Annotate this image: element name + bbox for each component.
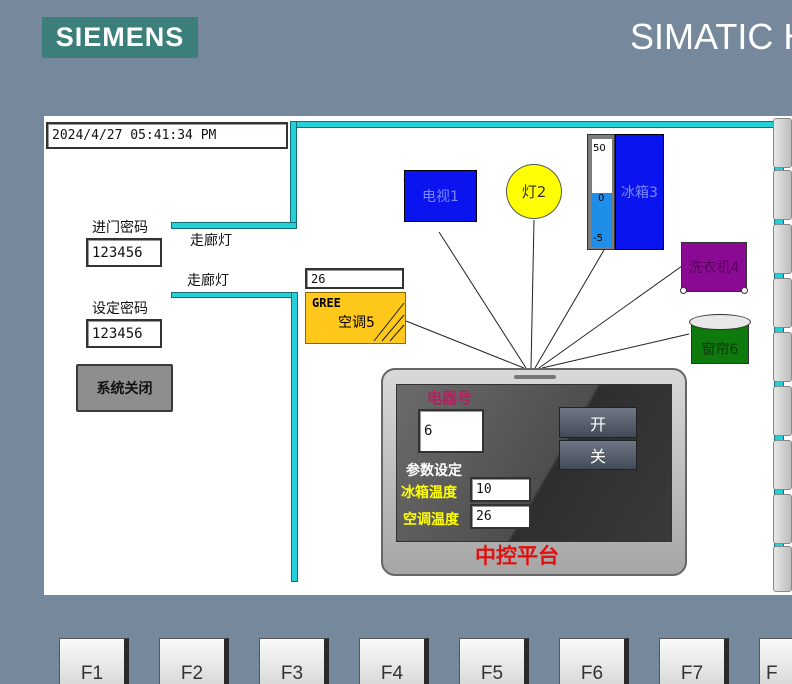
f7-key[interactable]: F7 — [659, 638, 729, 684]
side-button-2[interactable] — [773, 170, 792, 220]
top-pipe — [293, 121, 777, 128]
fridge-gauge: 50 0 -5 — [587, 134, 615, 250]
siemens-logo: SIEMENS — [42, 17, 198, 58]
pipe-vertical-1 — [290, 121, 297, 228]
pipe-vertical-2 — [291, 292, 298, 582]
air-conditioner[interactable]: GREE 空调5 — [305, 292, 406, 344]
washer-label: 洗衣机4 — [688, 260, 740, 276]
f2-key[interactable]: F2 — [159, 638, 229, 684]
gauge-tick-bottom: -5 — [593, 233, 603, 244]
side-button-5[interactable] — [773, 332, 792, 382]
f6-key[interactable]: F6 — [559, 638, 629, 684]
f8-key[interactable]: F — [759, 638, 792, 684]
door-password-label: 进门密码 — [92, 220, 148, 236]
curtain-device[interactable]: 窗帘6 — [689, 314, 751, 366]
ac-brand-label: GREE — [312, 296, 341, 310]
device-number-field[interactable]: 6 — [418, 409, 484, 453]
control-panel: 电器号 6 开 关 参数设定 冰箱温度 10 空调温度 26 中控平台 — [381, 368, 687, 576]
datetime-display: 2024/4/27 05:41:34 PM — [46, 122, 288, 149]
gauge-tick-top: 50 — [593, 143, 606, 154]
side-button-7[interactable] — [773, 440, 792, 490]
side-button-4[interactable] — [773, 278, 792, 328]
ac-vent-icon — [373, 302, 405, 342]
pipe-horizontal-2 — [171, 292, 298, 298]
curtain-top — [689, 314, 751, 330]
fridge-temp-label: 冰箱温度 — [401, 485, 457, 501]
control-title: 中控平台 — [475, 544, 559, 568]
side-button-3[interactable] — [773, 224, 792, 274]
f5-key[interactable]: F5 — [459, 638, 529, 684]
tv-label: 电视1 — [422, 189, 459, 205]
fridge-label: 冰箱3 — [621, 185, 658, 201]
curtain-label: 窗帘6 — [701, 342, 739, 358]
ac-temp-label: 空调温度 — [403, 512, 459, 528]
fridge-gauge-track: 50 0 -5 — [592, 139, 612, 247]
on-button[interactable]: 开 — [559, 407, 637, 438]
door-password-field[interactable]: 123456 — [86, 238, 162, 267]
pipe-horizontal-1 — [171, 222, 297, 229]
f1-key[interactable]: F1 — [59, 638, 129, 684]
corridor-light-label-1: 走廊灯 — [190, 233, 232, 249]
side-button-1[interactable] — [773, 118, 792, 168]
set-password-field[interactable]: 123456 — [86, 319, 162, 348]
shutdown-button[interactable]: 系统关闭 — [76, 364, 173, 412]
fridge-temp-field[interactable]: 10 — [470, 477, 531, 502]
hmi-screen: 2024/4/27 05:41:34 PM 进门密码 123456 走廊灯 走廊… — [44, 116, 792, 595]
washer-wheel-left — [680, 287, 687, 294]
gauge-tick-mid: 0 — [598, 193, 605, 204]
params-label: 参数设定 — [406, 463, 462, 479]
corridor-light-label-2: 走廊灯 — [187, 273, 229, 289]
set-password-label: 设定密码 — [92, 301, 148, 317]
brand-title: SIMATIC H — [630, 16, 792, 57]
device-number-label: 电器号 — [427, 389, 473, 407]
washer-device[interactable]: 洗衣机4 — [681, 242, 747, 292]
tv-device[interactable]: 电视1 — [404, 170, 477, 222]
light-device[interactable]: 灯2 — [506, 164, 562, 219]
panel-speaker — [514, 375, 556, 379]
side-button-9[interactable] — [773, 546, 792, 592]
washer-wheel-right — [741, 287, 748, 294]
fridge-device[interactable]: 冰箱3 — [615, 134, 664, 250]
side-button-8[interactable] — [773, 494, 792, 544]
ac-temp-field[interactable]: 26 — [470, 504, 531, 529]
f3-key[interactable]: F3 — [259, 638, 329, 684]
off-button[interactable]: 关 — [559, 440, 637, 470]
light-label: 灯2 — [521, 183, 547, 201]
f4-key[interactable]: F4 — [359, 638, 429, 684]
side-button-6[interactable] — [773, 386, 792, 436]
ac-temp-display: 26 — [305, 268, 404, 289]
